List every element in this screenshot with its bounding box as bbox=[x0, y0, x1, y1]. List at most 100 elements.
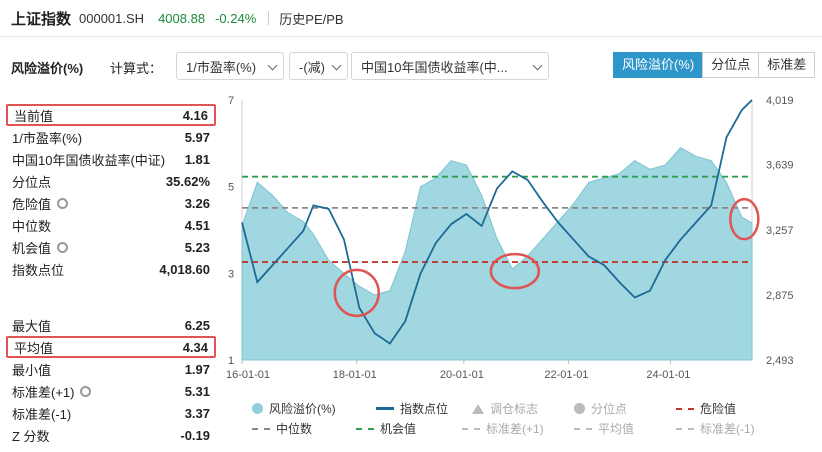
stat-label-text: 中国10年国债收益率(中证) bbox=[12, 152, 166, 168]
stat-value: 1.97 bbox=[184, 361, 210, 377]
gear-icon[interactable] bbox=[57, 241, 69, 253]
index-change: -0.24% bbox=[215, 10, 257, 26]
stat-label: 指数点位 bbox=[12, 260, 64, 279]
legend-label: 调仓标志 bbox=[490, 402, 539, 416]
legend-dash-icon bbox=[462, 427, 480, 430]
x-tick-label: 24-01-01 bbox=[646, 369, 690, 381]
legend-item[interactable]: 指数点位 bbox=[376, 400, 448, 417]
chevron-down-icon bbox=[331, 60, 342, 71]
legend-item[interactable]: 中位数 bbox=[252, 420, 312, 437]
left-tick-label: 7 bbox=[228, 95, 234, 107]
stat-value: 35.62% bbox=[165, 173, 210, 189]
legend-item[interactable]: 危险值 bbox=[676, 400, 736, 417]
stat-value: 4.16 bbox=[182, 107, 208, 123]
tab-risk-premium[interactable]: 风险溢价(%) bbox=[613, 52, 704, 78]
formula-controls: 风险溢价(%) 计算式： 1/市盈率(%) -(减) 中国10年国债收益率(中.… bbox=[0, 52, 822, 80]
legend-item[interactable]: 标准差(-1) bbox=[676, 420, 755, 437]
stat-label: 1/市盈率(%) bbox=[12, 128, 82, 147]
legend-label: 指数点位 bbox=[400, 402, 449, 416]
stat-label: 中位数 bbox=[12, 216, 51, 235]
legend-dash-icon bbox=[676, 407, 694, 410]
legend-label: 平均值 bbox=[598, 422, 635, 436]
stat-value: 1.81 bbox=[184, 151, 210, 167]
legend-label: 标准差(-1) bbox=[700, 422, 755, 436]
stat-row: 最小值 1.97 bbox=[6, 358, 216, 380]
legend-dot-icon bbox=[574, 403, 585, 414]
section-title: 风险溢价(%) bbox=[11, 61, 84, 76]
stat-value: 4.34 bbox=[182, 339, 208, 355]
stat-row: Z 分数 -0.19 bbox=[6, 424, 216, 446]
stat-label-text: 危险值 bbox=[12, 196, 52, 212]
stat-label-text: 最小值 bbox=[12, 362, 52, 378]
stat-label-text: 标准差(+1) bbox=[12, 384, 75, 400]
index-code: 000001.SH bbox=[79, 10, 145, 26]
stat-label-text: 分位点 bbox=[12, 174, 52, 190]
header-bottom-divider bbox=[0, 36, 822, 37]
x-tick-label: 16-01-01 bbox=[226, 369, 270, 381]
stat-row: 分位点 35.62% bbox=[6, 170, 216, 192]
stat-value: 4.51 bbox=[184, 217, 210, 233]
stat-label: Z 分数 bbox=[12, 426, 50, 445]
stat-row: 中位数 4.51 bbox=[6, 214, 216, 236]
stat-value: 5.97 bbox=[184, 129, 210, 145]
legend-item[interactable]: 风险溢价(%) bbox=[252, 400, 336, 417]
stat-label-text: 标准差(-1) bbox=[12, 406, 72, 422]
stat-row: 标准差(+1) 5.31 bbox=[6, 380, 216, 402]
legend-dash-icon bbox=[356, 427, 374, 430]
right-tick-label: 2,875 bbox=[766, 290, 794, 302]
tab-std-dev[interactable]: 标准差 bbox=[758, 52, 816, 78]
legend-dot-icon bbox=[252, 403, 263, 414]
formula-label: 计算式： bbox=[110, 61, 163, 76]
legend-label: 标准差(+1) bbox=[486, 422, 544, 436]
stat-label-text: 指数点位 bbox=[12, 262, 65, 278]
stat-row: 1/市盈率(%) 5.97 bbox=[6, 126, 216, 148]
stat-label: 分位点 bbox=[12, 172, 51, 191]
legend-dash-icon bbox=[252, 427, 270, 430]
legend-item[interactable]: 机会值 bbox=[356, 420, 416, 437]
risk-premium-chart: 1 3 5 7 2,493 2,875 3,257 3,639 4,019 16-01-01 18-… bbox=[226, 95, 794, 381]
index-title: 上证指数 bbox=[11, 10, 72, 28]
left-tick-label: 5 bbox=[228, 182, 234, 194]
stat-value: 4,018.60 bbox=[159, 261, 210, 277]
legend-dash-icon bbox=[574, 427, 592, 430]
risk-premium-area bbox=[241, 147, 753, 361]
operator-select[interactable]: -(减) bbox=[289, 52, 348, 80]
stat-label-text: 当前值 bbox=[14, 108, 54, 124]
stat-label-text: 平均值 bbox=[14, 340, 54, 356]
stat-value: 6.25 bbox=[184, 317, 210, 333]
legend-label: 机会值 bbox=[380, 422, 417, 436]
left-tick-label: 3 bbox=[228, 268, 234, 280]
stat-label-text: 1/市盈率(%) bbox=[12, 130, 83, 146]
x-tick-label: 22-01-01 bbox=[544, 369, 588, 381]
history-pe-pb-tab[interactable]: 历史PE/PB bbox=[279, 9, 343, 28]
legend-label: 危险值 bbox=[700, 402, 737, 416]
stat-label: 危险值 bbox=[12, 194, 69, 213]
header-divider bbox=[268, 11, 270, 25]
chart-legend: 风险溢价(%) 指数点位 调仓标志 分位点 危险值中位数 机会值 标准差(+1) 平均值 标准差… bbox=[236, 398, 822, 448]
stat-label: 机会值 bbox=[12, 238, 69, 257]
legend-label: 风险溢价(%) bbox=[269, 402, 336, 416]
tab-percentile[interactable]: 分位点 bbox=[702, 52, 760, 78]
stat-row: 标准差(-1) 3.37 bbox=[6, 402, 216, 424]
legend-dash-icon bbox=[676, 427, 694, 430]
stat-label-text: Z 分数 bbox=[12, 428, 50, 444]
gear-icon[interactable] bbox=[57, 197, 69, 209]
legend-label: 中位数 bbox=[276, 422, 313, 436]
view-tabs: 风险溢价(%) 分位点 标准差 bbox=[613, 52, 816, 78]
stat-value: 5.23 bbox=[184, 239, 210, 255]
legend-item[interactable]: 分位点 bbox=[574, 400, 627, 417]
right-tick-label: 4,019 bbox=[766, 95, 794, 107]
legend-item[interactable]: 调仓标志 bbox=[472, 400, 538, 417]
legend-item[interactable]: 平均值 bbox=[574, 420, 634, 437]
legend-item[interactable]: 标准差(+1) bbox=[462, 420, 544, 437]
stat-row: 最大值 6.25 bbox=[6, 314, 216, 336]
select-value: 中国10年国债收益率(中... bbox=[361, 59, 508, 75]
stat-label-text: 最大值 bbox=[12, 318, 52, 334]
gear-icon[interactable] bbox=[80, 385, 92, 397]
stat-row: 机会值 5.23 bbox=[6, 236, 216, 258]
x-tick-label: 18-01-01 bbox=[333, 369, 377, 381]
left-tick-label: 1 bbox=[228, 355, 234, 367]
bond-yield-select[interactable]: 中国10年国债收益率(中... bbox=[351, 52, 549, 80]
pe-inverse-select[interactable]: 1/市盈率(%) bbox=[176, 52, 284, 80]
stat-label: 标准差(-1) bbox=[12, 404, 71, 423]
